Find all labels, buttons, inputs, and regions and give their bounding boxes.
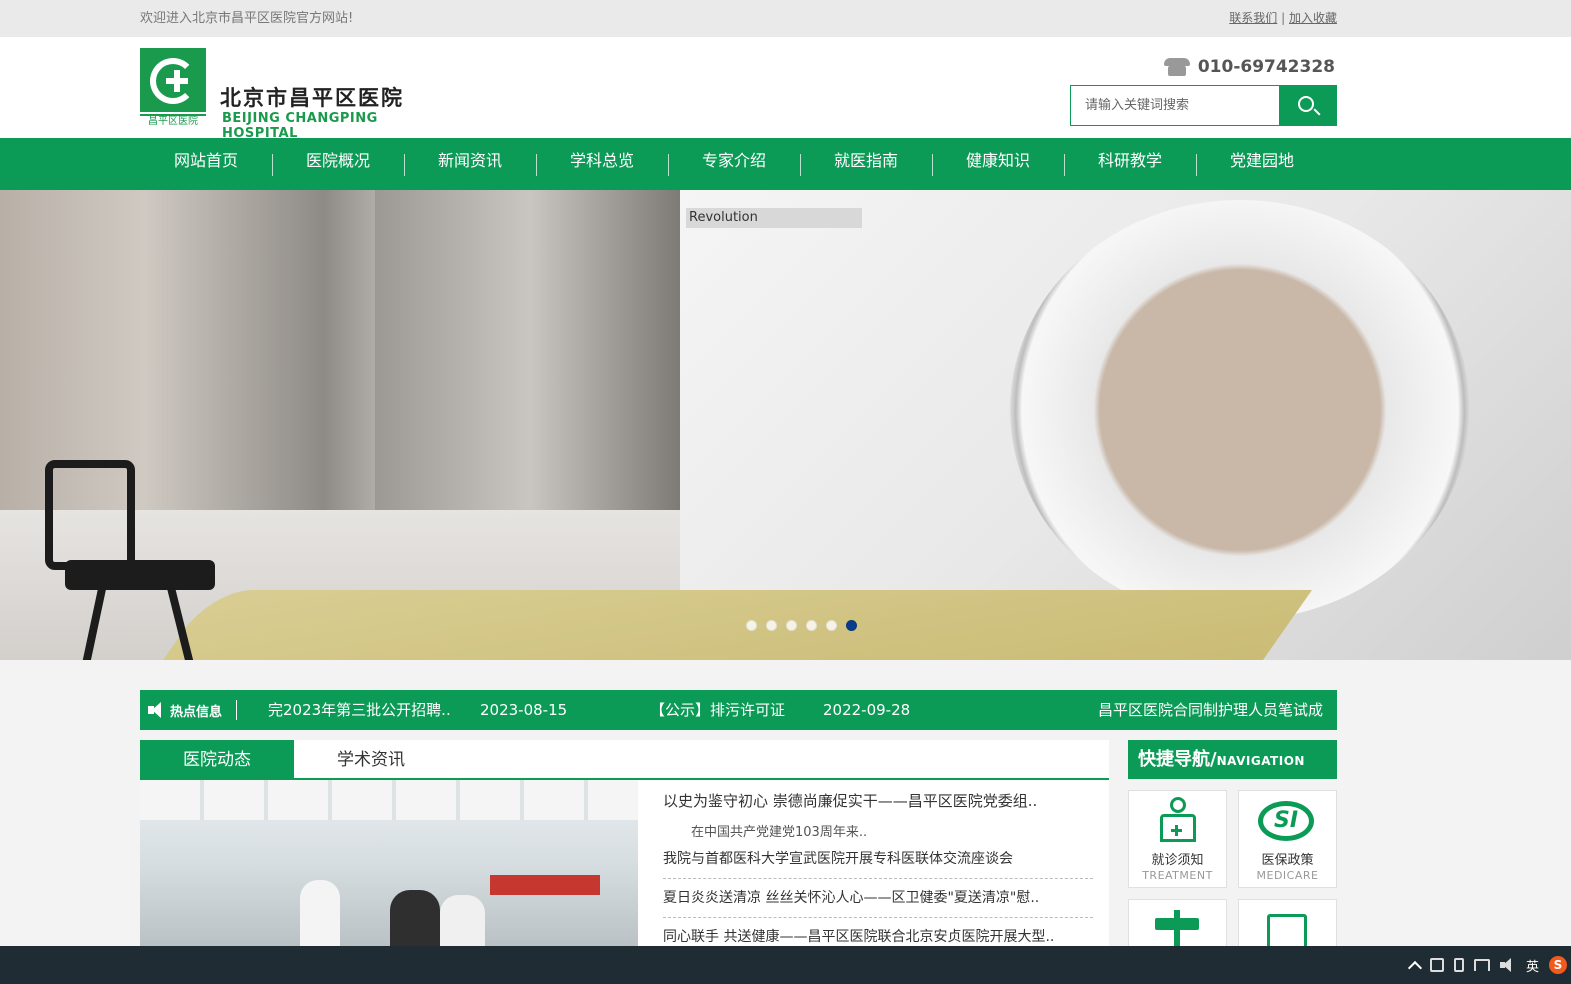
nav-item-news[interactable]: 新闻资讯 <box>404 138 536 190</box>
system-tray: 英 S <box>1407 946 1571 984</box>
quick-card-treatment[interactable]: 就诊须知 TREATMENT <box>1128 790 1227 888</box>
chevron-up-icon[interactable] <box>1407 960 1423 975</box>
header: 昌平区医院 北京市昌平区医院 BEIJING CHANGPING HOSPITA… <box>0 37 1571 141</box>
quick-card-label: 医保政策 <box>1261 853 1314 868</box>
hot-info-bar: 热点信息 完2023年第三批公开招聘.. 2023-08-15 【公示】排污许可… <box>140 690 1337 730</box>
carousel-dot-active[interactable] <box>846 620 857 631</box>
logo-subtitle: 昌平区医院 <box>140 114 206 127</box>
os-taskbar: 英 S <box>0 946 1571 984</box>
telephone-icon <box>1163 58 1190 76</box>
news-photo[interactable] <box>140 780 638 950</box>
search-icon <box>1298 96 1314 112</box>
lead-news-title[interactable]: 以史为鉴守初心 崇德尚廉促实干——昌平区医院党委组.. <box>663 790 1093 811</box>
news-content: 以史为鉴守初心 崇德尚廉促实干——昌平区医院党委组.. 在中国共产党建党103周… <box>140 780 1109 957</box>
top-links: 联系我们 | 加入收藏 <box>1229 9 1337 26</box>
nav-item-experts[interactable]: 专家介绍 <box>668 138 800 190</box>
carousel-dot[interactable] <box>746 620 757 631</box>
logo-mark-icon <box>140 48 206 112</box>
logo-english-name: BEIJING CHANGPING HOSPITAL <box>222 111 378 141</box>
quick-card-label-en: MEDICARE <box>1256 869 1319 882</box>
tab-hospital-news[interactable]: 医院动态 <box>140 740 294 780</box>
sogou-icon[interactable]: S <box>1549 956 1567 974</box>
hot-item-date: 2022-09-28 <box>823 701 911 719</box>
lead-news-summary: 在中国共产党建党103周年来.. <box>691 825 868 840</box>
quick-card-medicare[interactable]: SI 医保政策 MEDICARE <box>1238 790 1337 888</box>
social-insurance-icon: SI <box>1258 801 1314 841</box>
search-button[interactable] <box>1279 86 1336 125</box>
hot-label-text: 热点信息 <box>170 704 223 720</box>
nav-item-research[interactable]: 科研教学 <box>1064 138 1196 190</box>
hot-item-title[interactable]: 完2023年第三批公开招聘.. <box>268 690 451 730</box>
link-separator: | <box>1281 11 1286 25</box>
quick-card-label-en: TREATMENT <box>1142 869 1213 882</box>
document-icon <box>1267 914 1307 950</box>
tray-app-icon[interactable] <box>1429 958 1444 972</box>
usb-icon[interactable] <box>1453 958 1464 972</box>
chair-image <box>45 450 225 660</box>
logo-chinese-name: 北京市昌平区医院 <box>220 85 404 110</box>
quick-nav-title-en: NAVIGATION <box>1216 754 1305 768</box>
phone-number: 010-69742328 <box>1163 57 1335 77</box>
quick-nav-title: 快捷导航/ <box>1138 749 1217 770</box>
nav-item-disciplines[interactable]: 学科总览 <box>536 138 668 190</box>
nav-item-guide[interactable]: 就医指南 <box>800 138 932 190</box>
banner-carousel[interactable]: Revolution <box>0 190 1571 660</box>
main-nav: 网站首页 医院概况 新闻资讯 学科总览 专家介绍 就医指南 健康知识 科研教学 … <box>0 138 1571 190</box>
favorite-link[interactable]: 加入收藏 <box>1289 11 1337 25</box>
list-item[interactable]: 我院与首都医科大学宣武医院开展专科医联体交流座谈会 <box>663 840 1093 879</box>
hot-item-title[interactable]: 【公示】排污许可证 <box>650 690 785 730</box>
hospital-logo[interactable]: 昌平区医院 北京市昌平区医院 BEIJING CHANGPING HOSPITA… <box>140 48 450 141</box>
news-tabs: 医院动态 学术资讯 <box>140 740 1109 780</box>
tab-academic-news[interactable]: 学术资讯 <box>294 740 448 780</box>
nav-item-overview[interactable]: 医院概况 <box>272 138 404 190</box>
hot-item-title[interactable]: 昌平区医院合同制护理人员笔试成 <box>1098 690 1323 730</box>
carousel-dot[interactable] <box>766 620 777 631</box>
carousel-dot[interactable] <box>786 620 797 631</box>
nav-item-home[interactable]: 网站首页 <box>140 138 272 190</box>
quick-nav-header: 快捷导航/NAVIGATION <box>1128 740 1337 779</box>
machine-label: Revolution <box>686 208 862 228</box>
carousel-dots <box>746 620 857 631</box>
signpost-icon <box>1155 910 1199 950</box>
nav-item-party[interactable]: 党建园地 <box>1196 138 1328 190</box>
welcome-text: 欢迎进入北京市昌平区医院官方网站! <box>140 11 354 26</box>
hot-info-label: 热点信息 <box>140 690 238 730</box>
hot-item-date: 2023-08-15 <box>480 701 568 719</box>
news-list: 以史为鉴守初心 崇德尚廉促实干——昌平区医院党委组.. 在中国共产党建党103周… <box>663 780 1093 957</box>
nav-item-health[interactable]: 健康知识 <box>932 138 1064 190</box>
speaker-icon <box>148 702 166 718</box>
search-box <box>1070 85 1337 126</box>
quick-card-label: 就诊须知 <box>1151 853 1204 868</box>
carousel-dot[interactable] <box>826 620 837 631</box>
top-bar: 欢迎进入北京市昌平区医院官方网站! 联系我们 | 加入收藏 <box>0 0 1571 37</box>
phone-text: 010-69742328 <box>1197 57 1335 77</box>
volume-icon[interactable] <box>1499 958 1516 972</box>
ime-indicator[interactable]: 英 <box>1526 956 1539 975</box>
carousel-dot[interactable] <box>806 620 817 631</box>
list-item[interactable]: 夏日炎炎送清凉 丝丝关怀沁人心——区卫健委"夏送清凉"慰.. <box>663 879 1093 918</box>
network-icon[interactable] <box>1473 959 1490 971</box>
doctor-icon <box>1157 797 1199 843</box>
search-input[interactable] <box>1071 86 1279 125</box>
contact-link[interactable]: 联系我们 <box>1229 11 1277 25</box>
